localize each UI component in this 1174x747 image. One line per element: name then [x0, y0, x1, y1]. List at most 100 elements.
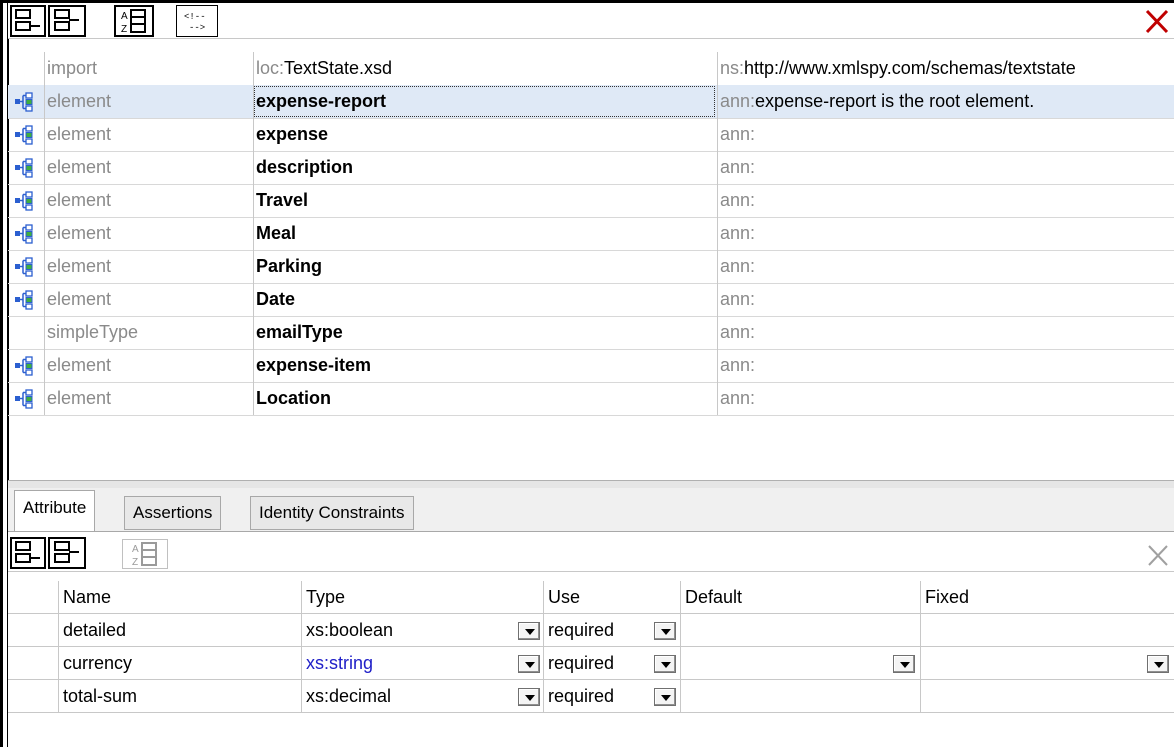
attribute-name[interactable]: currency: [58, 647, 301, 679]
attribute-row[interactable]: detailed xs:boolean required: [8, 614, 1174, 647]
comment-button[interactable]: <!-- -->: [176, 5, 218, 37]
row-icon-cell[interactable]: [8, 316, 40, 349]
row-icon-cell[interactable]: [8, 283, 40, 316]
component-row[interactable]: element Date ann:: [8, 283, 1174, 317]
row-icon-cell[interactable]: [8, 151, 40, 184]
component-name-text: expense: [256, 124, 329, 144]
append-attribute-button[interactable]: [10, 537, 46, 569]
component-name-text: expense-report: [256, 91, 387, 111]
location-prefix: loc:: [256, 58, 285, 78]
row-icon-cell[interactable]: [8, 85, 40, 118]
component-row[interactable]: element expense ann:: [8, 118, 1174, 152]
component-row[interactable]: simpleType emailType ann:: [8, 316, 1174, 350]
component-name[interactable]: loc:TextState.xsd: [253, 52, 716, 85]
insert-attribute-button[interactable]: [48, 537, 86, 569]
component-row[interactable]: element Meal ann:: [8, 217, 1174, 251]
component-name[interactable]: expense: [253, 118, 716, 151]
sort-attribute-button[interactable]: A Z: [122, 539, 168, 569]
attribute-fixed[interactable]: [920, 647, 1174, 679]
attribute-row[interactable]: total-sum xs:decimal required: [8, 680, 1174, 713]
annotation-prefix: ann:: [720, 124, 756, 144]
component-annotation[interactable]: ann:: [717, 382, 1174, 415]
attribute-default[interactable]: [680, 614, 920, 646]
attribute-row[interactable]: currency xs:string required: [8, 647, 1174, 680]
attribute-default[interactable]: [680, 680, 920, 712]
append-row-button[interactable]: [10, 5, 46, 37]
attribute-use[interactable]: required: [543, 647, 680, 679]
tab-identity-constraints[interactable]: Identity Constraints: [250, 496, 414, 530]
component-name[interactable]: Meal: [253, 217, 716, 250]
fixed-dropdown-button[interactable]: [1147, 655, 1169, 673]
component-annotation[interactable]: ns:http://www.xmlspy.com/schemas/textsta…: [717, 52, 1174, 85]
column-header-use[interactable]: Use: [543, 581, 680, 613]
component-annotation[interactable]: ann:: [717, 217, 1174, 250]
close-icon[interactable]: [1144, 7, 1170, 35]
use-dropdown-button[interactable]: [654, 655, 676, 673]
component-row[interactable]: import loc:TextState.xsd ns:http://www.xml…: [8, 52, 1174, 86]
component-row[interactable]: element Location ann:: [8, 382, 1174, 416]
row-icon-cell[interactable]: [8, 382, 40, 415]
row-icon-cell[interactable]: [8, 349, 40, 382]
row-selector[interactable]: [8, 647, 58, 679]
row-icon-cell[interactable]: [8, 52, 40, 85]
component-row[interactable]: element description ann:: [8, 151, 1174, 185]
component-annotation[interactable]: ann:: [717, 250, 1174, 283]
component-annotation[interactable]: ann:: [717, 151, 1174, 184]
component-row[interactable]: element Travel ann:: [8, 184, 1174, 218]
attribute-type[interactable]: xs:boolean: [301, 614, 543, 646]
column-header-default[interactable]: Default: [680, 581, 920, 613]
attribute-name[interactable]: total-sum: [58, 680, 301, 712]
attribute-use[interactable]: required: [543, 680, 680, 712]
component-kind: element: [44, 382, 250, 415]
component-name[interactable]: expense-item: [253, 349, 716, 382]
component-name[interactable]: Travel: [253, 184, 716, 217]
type-dropdown-button[interactable]: [518, 622, 540, 640]
attribute-name[interactable]: detailed: [58, 614, 301, 646]
annotation-prefix: ann:: [720, 388, 756, 408]
use-dropdown-button[interactable]: [654, 688, 676, 706]
row-selector[interactable]: [8, 614, 58, 646]
svg-text:Z: Z: [132, 557, 138, 567]
tab-assertions[interactable]: Assertions: [124, 496, 222, 530]
splitter[interactable]: [8, 480, 1174, 488]
component-name[interactable]: expense-report: [253, 85, 716, 118]
attribute-use[interactable]: required: [543, 614, 680, 646]
default-dropdown-button[interactable]: [893, 655, 915, 673]
attribute-default[interactable]: [680, 647, 920, 679]
sort-button[interactable]: A Z: [114, 5, 154, 37]
type-dropdown-button[interactable]: [518, 655, 540, 673]
component-annotation[interactable]: ann:: [717, 118, 1174, 151]
attribute-fixed[interactable]: [920, 614, 1174, 646]
close-icon[interactable]: [1146, 542, 1170, 568]
component-row[interactable]: element Parking ann:: [8, 250, 1174, 284]
type-dropdown-button[interactable]: [518, 688, 540, 706]
component-name[interactable]: emailType: [253, 316, 716, 349]
component-annotation[interactable]: ann:: [717, 349, 1174, 382]
insert-row-button[interactable]: [48, 5, 86, 37]
tab-attribute[interactable]: Attribute: [14, 490, 96, 532]
component-row[interactable]: element expense-item ann:: [8, 349, 1174, 383]
row-icon-cell[interactable]: [8, 250, 40, 283]
row-icon-cell[interactable]: [8, 217, 40, 250]
column-header-fixed[interactable]: Fixed: [920, 581, 1174, 613]
attribute-type[interactable]: xs:string: [301, 647, 543, 679]
row-icon-cell[interactable]: [8, 184, 40, 217]
component-row[interactable]: element expense-report ann:expense-report …: [8, 85, 1174, 119]
component-annotation[interactable]: ann:expense-report is the root element.: [717, 85, 1174, 118]
component-name[interactable]: description: [253, 151, 716, 184]
component-annotation[interactable]: ann:: [717, 283, 1174, 316]
row-selector[interactable]: [8, 680, 58, 712]
use-dropdown-button[interactable]: [654, 622, 676, 640]
component-annotation[interactable]: ann:: [717, 184, 1174, 217]
attribute-fixed[interactable]: [920, 680, 1174, 712]
row-icon-cell[interactable]: [8, 118, 40, 151]
svg-text:A: A: [132, 544, 139, 555]
component-name[interactable]: Date: [253, 283, 716, 316]
column-header-name[interactable]: Name: [58, 581, 301, 613]
component-name[interactable]: Location: [253, 382, 716, 415]
component-name[interactable]: Parking: [253, 250, 716, 283]
element-tree-icon: [15, 388, 33, 409]
column-header-type[interactable]: Type: [301, 581, 543, 613]
attribute-type[interactable]: xs:decimal: [301, 680, 543, 712]
component-annotation[interactable]: ann:: [717, 316, 1174, 349]
